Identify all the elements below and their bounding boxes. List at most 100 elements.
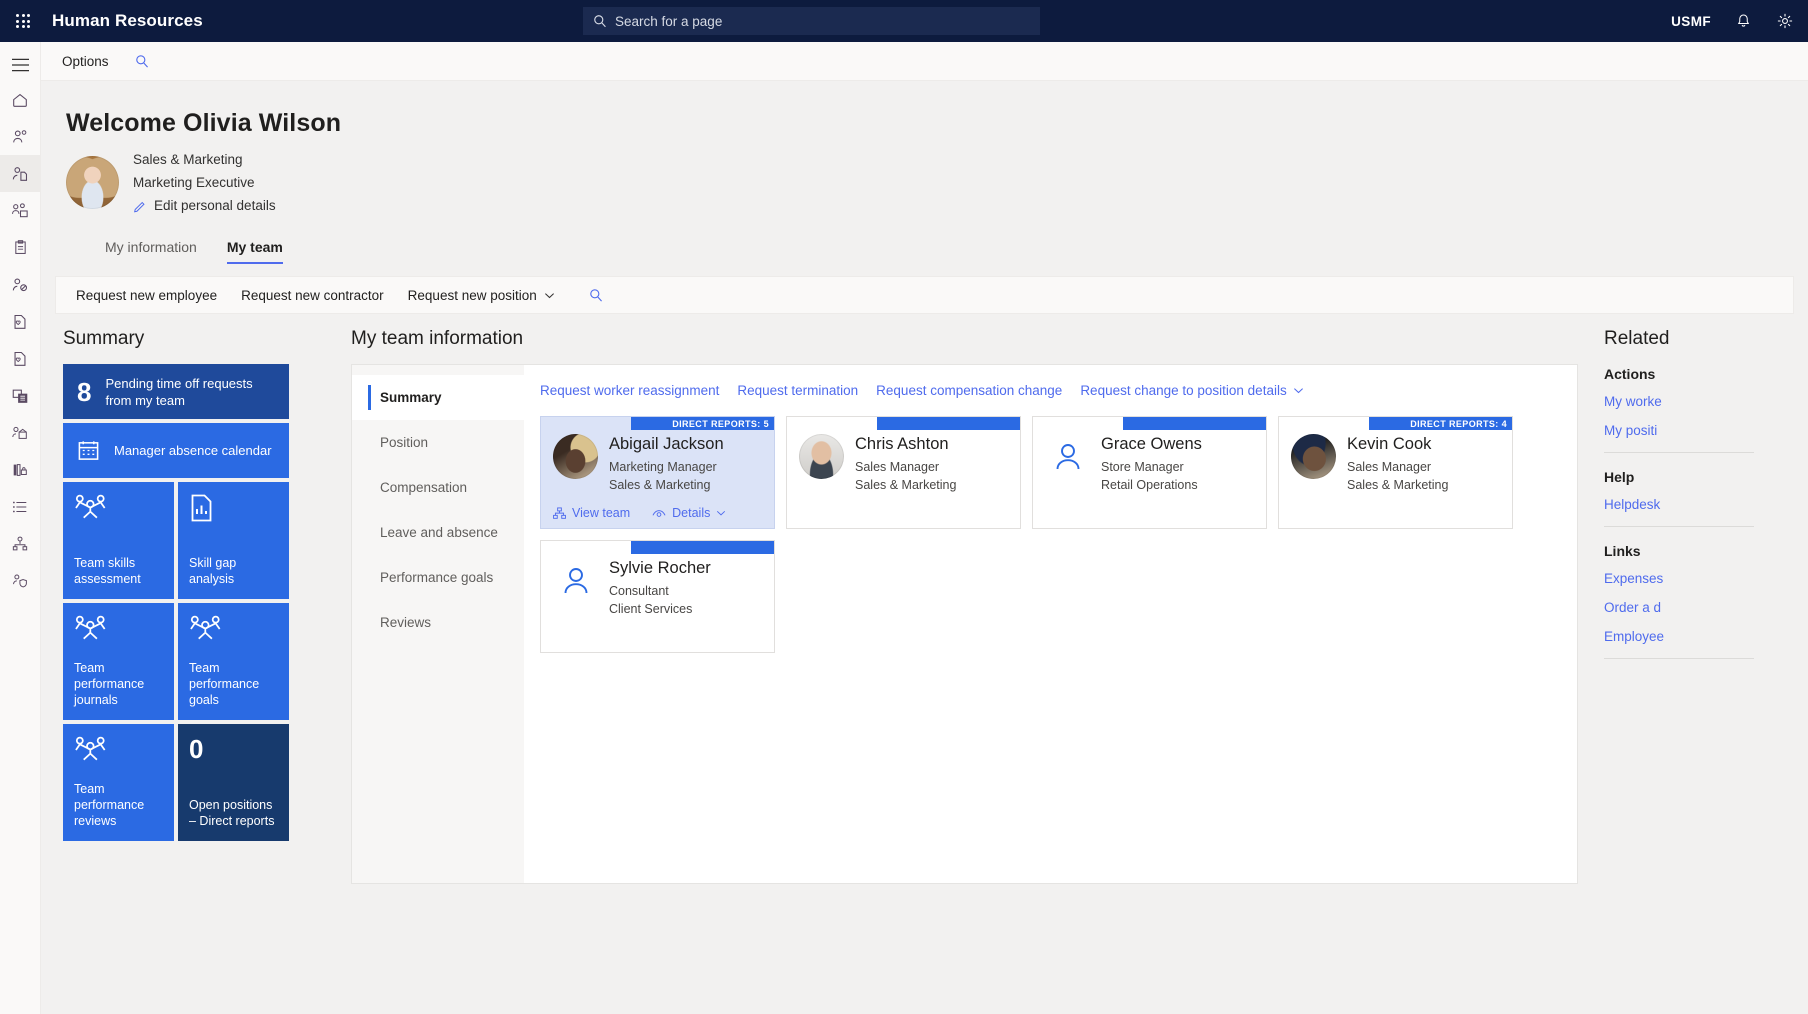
- tile-team-skills-assessment[interactable]: Team skills assessment: [63, 482, 174, 599]
- tile-team-performance-goals[interactable]: Team performance goals: [178, 603, 289, 720]
- tile-label: Pending time off requests from my team: [105, 375, 275, 409]
- company-selector[interactable]: USMF: [1671, 14, 1711, 29]
- related-link-employee[interactable]: Employee: [1604, 629, 1808, 644]
- request-change-to-position-details-link[interactable]: Request change to position details: [1080, 383, 1303, 398]
- profile-department: Sales & Marketing: [133, 148, 276, 171]
- people-icon: [189, 615, 278, 641]
- rail-item-terminations[interactable]: [0, 266, 41, 303]
- divider: [1604, 452, 1754, 453]
- vtab-summary[interactable]: Summary: [352, 375, 524, 420]
- vtab-reviews[interactable]: Reviews: [352, 600, 524, 645]
- request-worker-reassignment-link[interactable]: Request worker reassignment: [540, 383, 719, 398]
- options-button[interactable]: Options: [52, 50, 119, 73]
- org-chart-icon: [553, 507, 566, 520]
- rail-item-lists[interactable]: [0, 488, 41, 525]
- vtab-leave-and-absence[interactable]: Leave and absence: [352, 510, 524, 555]
- tile-pending-time-off-requests[interactable]: 8 Pending time off requests from my team: [63, 364, 289, 419]
- rail-item-payroll[interactable]: [0, 377, 41, 414]
- tile-count: 8: [77, 379, 91, 405]
- team-member-card[interactable]: DIRECT REPORTS: 4 Kevin Cook Sales Manag…: [1278, 416, 1513, 529]
- related-heading: Related: [1604, 328, 1808, 350]
- rail-item-home[interactable]: [0, 81, 41, 118]
- document-heart-2-icon: [11, 350, 29, 368]
- related-link-my-position[interactable]: My positi: [1604, 423, 1808, 438]
- member-department: Client Services: [609, 600, 711, 618]
- details-link[interactable]: Details: [652, 506, 726, 520]
- edit-personal-details-label: Edit personal details: [154, 194, 276, 217]
- request-termination-link[interactable]: Request termination: [737, 383, 858, 398]
- related-link-order-a-device[interactable]: Order a d: [1604, 600, 1808, 615]
- team-member-card[interactable]: DIRECT REPORTS: 5 Abigail Jackson Market…: [540, 416, 775, 529]
- request-compensation-change-link[interactable]: Request compensation change: [876, 383, 1062, 398]
- search-icon[interactable]: [135, 54, 150, 69]
- team-member-card[interactable]: Chris Ashton Sales Manager Sales & Marke…: [786, 416, 1021, 529]
- rail-item-workers[interactable]: [0, 192, 41, 229]
- chevron-down-icon: [1293, 385, 1304, 396]
- hamburger-icon[interactable]: [0, 48, 41, 81]
- tile-open-positions-direct-reports[interactable]: 0 Open positions – Direct reports: [178, 724, 289, 841]
- shield-person-icon: [11, 572, 29, 590]
- team-panel-main: Request worker reassignment Request term…: [524, 365, 1577, 883]
- edit-personal-details-link[interactable]: Edit personal details: [133, 194, 276, 217]
- page-content: Welcome Olivia Wilson Sales & Marketing …: [41, 81, 1808, 1014]
- member-department: Sales & Marketing: [1347, 476, 1448, 494]
- request-new-position-button[interactable]: Request new position: [398, 282, 565, 309]
- request-new-employee-button[interactable]: Request new employee: [66, 282, 227, 309]
- request-new-contractor-label: Request new contractor: [241, 288, 384, 303]
- request-new-contractor-button[interactable]: Request new contractor: [231, 282, 394, 309]
- tab-my-information[interactable]: My information: [105, 239, 197, 264]
- rail-item-recruit[interactable]: [0, 118, 41, 155]
- page-title: Welcome Olivia Wilson: [41, 81, 1808, 138]
- team-member-card[interactable]: Grace Owens Store Manager Retail Operati…: [1032, 416, 1267, 529]
- related-link-helpdesk[interactable]: Helpdesk: [1604, 497, 1808, 512]
- action-bar-search-button[interactable]: [579, 282, 614, 309]
- calendar-icon: [77, 439, 100, 462]
- team-action-links: Request worker reassignment Request term…: [540, 383, 1557, 398]
- home-icon: [11, 91, 29, 109]
- member-title: Consultant: [609, 582, 711, 600]
- person-learning-icon: [11, 424, 29, 442]
- content-columns: Summary 8 Pending time off requests from…: [41, 314, 1808, 884]
- direct-reports-badge: DIRECT REPORTS: 5: [631, 417, 774, 430]
- team-member-card[interactable]: Sylvie Rocher Consultant Client Services: [540, 540, 775, 653]
- tab-my-team[interactable]: My team: [227, 239, 283, 264]
- rail-item-security[interactable]: [0, 562, 41, 599]
- summary-tile-grid: 8 Pending time off requests from my team…: [63, 364, 289, 841]
- gear-icon[interactable]: [1776, 12, 1794, 30]
- related-group-title-actions: Actions: [1604, 366, 1808, 382]
- related-group-title-help: Help: [1604, 469, 1808, 485]
- rail-item-compensation[interactable]: [0, 340, 41, 377]
- tile-label: Manager absence calendar: [114, 442, 272, 459]
- placeholder-person-icon: [1045, 434, 1090, 479]
- direct-reports-badge: [877, 417, 1020, 430]
- view-team-link[interactable]: View team: [553, 506, 630, 520]
- waffle-icon: [16, 14, 30, 28]
- summary-column: Summary 8 Pending time off requests from…: [41, 328, 331, 884]
- rail-item-benefits[interactable]: [0, 303, 41, 340]
- bell-icon[interactable]: [1735, 13, 1752, 30]
- page-search-input[interactable]: Search for a page: [583, 7, 1040, 35]
- vtab-performance-goals[interactable]: Performance goals: [352, 555, 524, 600]
- tile-manager-absence-calendar[interactable]: Manager absence calendar: [63, 423, 289, 478]
- vtab-compensation[interactable]: Compensation: [352, 465, 524, 510]
- team-information-panel: Summary Position Compensation Leave and …: [351, 364, 1578, 884]
- request-new-position-label: Request new position: [408, 288, 537, 303]
- direct-reports-badge: [631, 541, 774, 554]
- member-name: Abigail Jackson: [609, 434, 724, 455]
- rail-item-tasks[interactable]: [0, 229, 41, 266]
- tile-team-performance-reviews[interactable]: Team performance reviews: [63, 724, 174, 841]
- rail-item-courses[interactable]: [0, 451, 41, 488]
- member-photo: [1291, 434, 1336, 479]
- related-link-expenses[interactable]: Expenses: [1604, 571, 1808, 586]
- rail-item-learning[interactable]: [0, 414, 41, 451]
- tile-skill-gap-analysis[interactable]: Skill gap analysis: [178, 482, 289, 599]
- related-link-my-worker[interactable]: My worke: [1604, 394, 1808, 409]
- vtab-position[interactable]: Position: [352, 420, 524, 465]
- rail-item-organization[interactable]: [0, 525, 41, 562]
- avatar: [66, 156, 119, 209]
- rail-item-employee-self-service[interactable]: [0, 155, 41, 192]
- app-launcher-button[interactable]: [0, 14, 46, 28]
- tile-team-performance-journals[interactable]: Team performance journals: [63, 603, 174, 720]
- divider: [1604, 526, 1754, 527]
- placeholder-person-icon: [553, 558, 598, 603]
